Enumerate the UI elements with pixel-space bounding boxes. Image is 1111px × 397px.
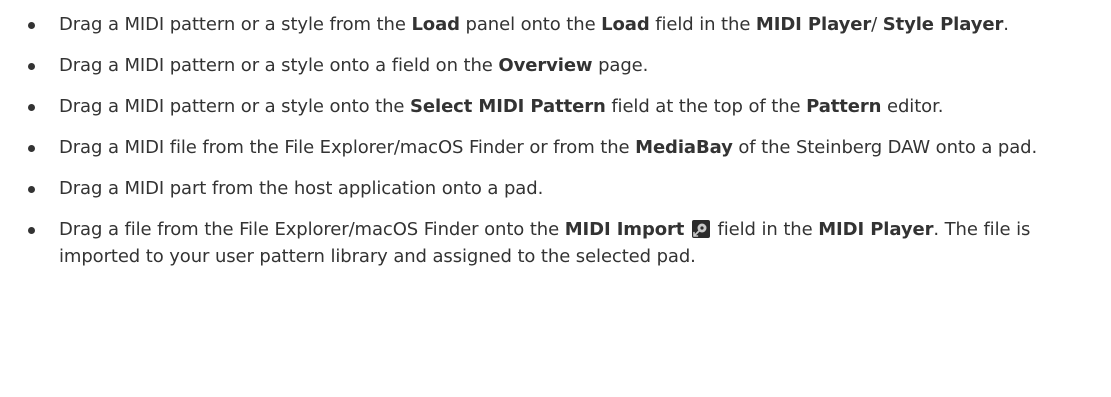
ui-term: MIDI Player: [755, 14, 872, 35]
list-item: Drag a MIDI pattern or a style onto the …: [0, 93, 1111, 120]
ui-term: Select MIDI Pattern: [410, 96, 606, 117]
bullet-dot: [28, 104, 35, 111]
ui-term: MIDI Player: [818, 219, 934, 240]
document-page: Drag a MIDI pattern or a style from the …: [0, 0, 1111, 397]
bullet-list: Drag a MIDI pattern or a style from the …: [0, 11, 1111, 270]
ui-term: Load: [601, 14, 650, 35]
bullet-dot: [28, 22, 35, 29]
bullet-dot: [28, 145, 35, 152]
bullet-dot: [28, 227, 35, 234]
list-item: Drag a file from the File Explorer/macOS…: [0, 216, 1111, 270]
list-item: Drag a MIDI file from the File Explorer/…: [0, 134, 1111, 161]
ui-term: Style Player: [882, 14, 1004, 35]
ui-term: Overview: [498, 55, 593, 76]
midi-import-icon: [691, 219, 710, 238]
list-item: Drag a MIDI part from the host applicati…: [0, 175, 1111, 202]
ui-term: MIDI Import: [564, 219, 685, 240]
ui-term: Load: [411, 14, 460, 35]
bullet-dot: [28, 186, 35, 193]
bullet-dot: [28, 63, 35, 70]
ui-term: MediaBay: [635, 137, 733, 158]
ui-term: Pattern: [806, 96, 882, 117]
list-item: Drag a MIDI pattern or a style onto a fi…: [0, 52, 1111, 79]
list-item: Drag a MIDI pattern or a style from the …: [0, 11, 1111, 38]
